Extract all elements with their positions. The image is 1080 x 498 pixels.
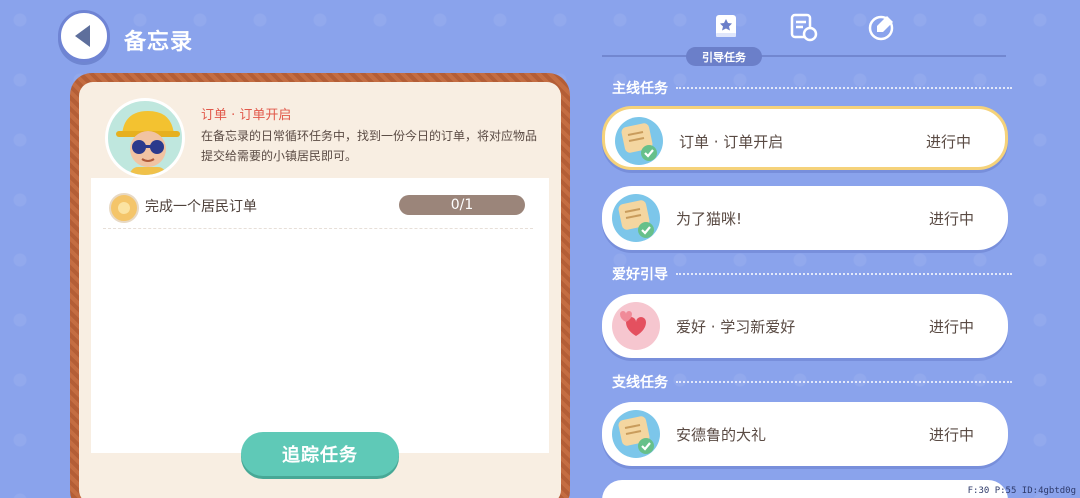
quest-card[interactable]: 订单 · 订单开启 进行中: [602, 106, 1008, 170]
quest-card-partial[interactable]: [602, 480, 1008, 498]
tab-divider: [602, 55, 1006, 57]
objective-area: [91, 178, 549, 453]
track-quest-button[interactable]: 追踪任务: [241, 432, 399, 476]
tab-active-label: 引导任务: [686, 47, 762, 66]
quest-title: 订单 · 订单开启: [679, 133, 784, 151]
debug-overlay: F:30 P:55 ID:4gbtd0g: [967, 486, 1076, 496]
objective-text: 完成一个居民订单: [145, 199, 257, 215]
quest-status: 进行中: [928, 210, 974, 228]
order-note-icon: [613, 115, 665, 167]
order-note-icon: [610, 408, 662, 460]
quest-title: 为了猫咪!: [676, 210, 743, 228]
section-main-quests: 主线任务: [612, 78, 1012, 98]
note-pen-icon: [868, 15, 894, 41]
tab-notes[interactable]: [867, 12, 897, 42]
memo-panel: 订单 · 订单开启 在备忘录的日常循环任务中，找到一份今日的订单，将对应物品提交…: [70, 73, 570, 498]
clipboard-icon: [790, 13, 818, 42]
section-hobby-guide: 爱好引导: [612, 264, 1012, 284]
quest-card[interactable]: 安德鲁的大礼 进行中: [602, 402, 1008, 466]
section-title: 爱好引导: [612, 267, 668, 283]
order-note-icon: [610, 192, 662, 244]
objective-progress: 0/1: [399, 195, 525, 215]
quest-status: 进行中: [928, 318, 974, 336]
section-title: 支线任务: [612, 375, 668, 391]
tab-daily-quests[interactable]: [788, 12, 818, 42]
guide-book-icon: [716, 15, 736, 37]
coin-icon: [109, 193, 139, 223]
back-button[interactable]: [58, 10, 110, 62]
section-side-quests: 支线任务: [612, 372, 1012, 392]
section-title: 主线任务: [612, 81, 668, 97]
divider: [103, 228, 533, 229]
heart-icon: [610, 300, 662, 352]
page-title: 备忘录: [124, 30, 194, 55]
tab-guide-quests[interactable]: [711, 12, 741, 42]
npc-avatar: [105, 98, 185, 178]
quest-title: 爱好 · 学习新爱好: [676, 318, 796, 336]
quest-description: 在备忘录的日常循环任务中，找到一份今日的订单，将对应物品提交给需要的小镇居民即可…: [201, 129, 538, 163]
quest-card[interactable]: 爱好 · 学习新爱好 进行中: [602, 294, 1008, 358]
quest-status: 进行中: [928, 426, 974, 444]
quest-card[interactable]: 为了猫咪! 进行中: [602, 186, 1008, 250]
quest-status: 进行中: [925, 133, 971, 151]
quest-name: 订单 · 订单开启: [201, 108, 292, 123]
quest-title: 安德鲁的大礼: [676, 426, 767, 444]
back-arrow-icon: [74, 25, 90, 47]
